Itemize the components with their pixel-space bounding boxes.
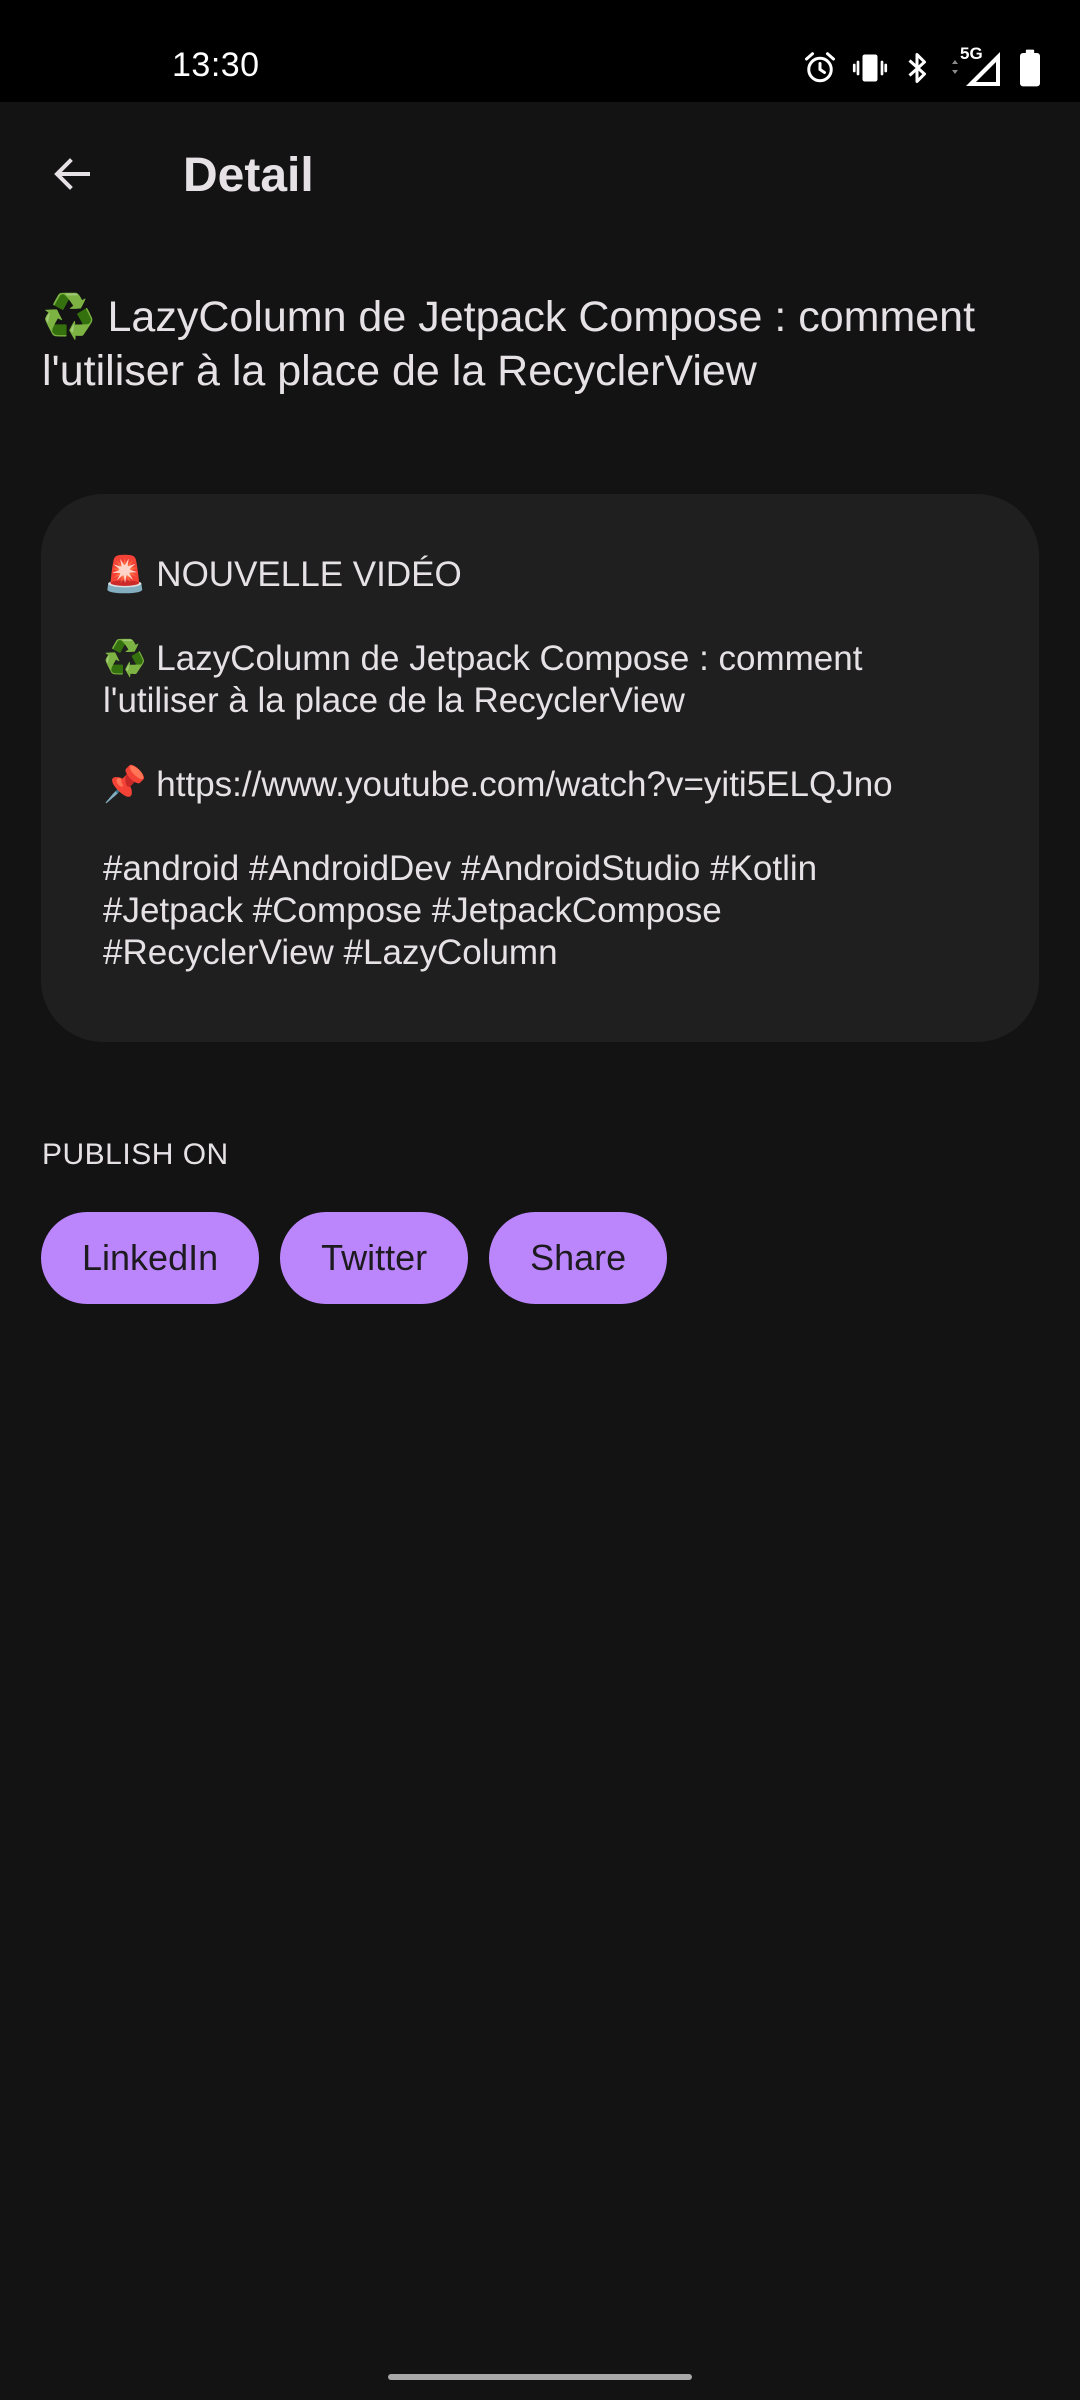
arrow-back-icon	[48, 150, 96, 203]
vibrate-icon	[852, 50, 888, 86]
signal-5g-icon: 5G	[946, 44, 1004, 88]
publish-on-label: PUBLISH ON	[42, 1138, 229, 1171]
status-time: 13:30	[172, 46, 260, 84]
post-content-card: 🚨 NOUVELLE VIDÉO ♻️ LazyColumn de Jetpac…	[41, 494, 1039, 1042]
content-heading: 🚨 NOUVELLE VIDÉO	[103, 555, 462, 594]
content-hashtags-line-3: #RecyclerView #LazyColumn	[103, 933, 558, 972]
share-button[interactable]: Share	[489, 1212, 668, 1304]
page-title: Detail	[183, 149, 314, 202]
content-link: 📌 https://www.youtube.com/watch?v=yiti5E…	[103, 765, 893, 804]
alarm-icon	[802, 50, 838, 86]
back-button[interactable]	[36, 140, 108, 212]
content-hashtags-line-1: #android #AndroidDev #AndroidStudio #Kot…	[103, 849, 818, 888]
twitter-button[interactable]: Twitter	[280, 1212, 469, 1304]
battery-icon	[1018, 48, 1042, 88]
bluetooth-icon	[902, 50, 932, 86]
gesture-nav-handle[interactable]	[388, 2374, 692, 2380]
content-title-line-1: ♻️ LazyColumn de Jetpack Compose : comme…	[103, 639, 863, 678]
linkedin-button[interactable]: LinkedIn	[41, 1212, 260, 1304]
publish-buttons: LinkedIn Twitter Share	[41, 1212, 668, 1304]
top-app-bar: Detail	[0, 102, 1080, 252]
status-icons: 5G	[802, 44, 1042, 90]
post-title: ♻️ LazyColumn de Jetpack Compose : comme…	[42, 293, 976, 395]
content-title-line-2: l'utiliser à la place de la RecyclerView	[103, 681, 685, 720]
content-hashtags-line-2: #Jetpack #Compose #JetpackCompose	[103, 891, 722, 930]
network-type-label: 5G	[960, 44, 983, 63]
status-bar: 13:30 5G	[0, 0, 1080, 102]
